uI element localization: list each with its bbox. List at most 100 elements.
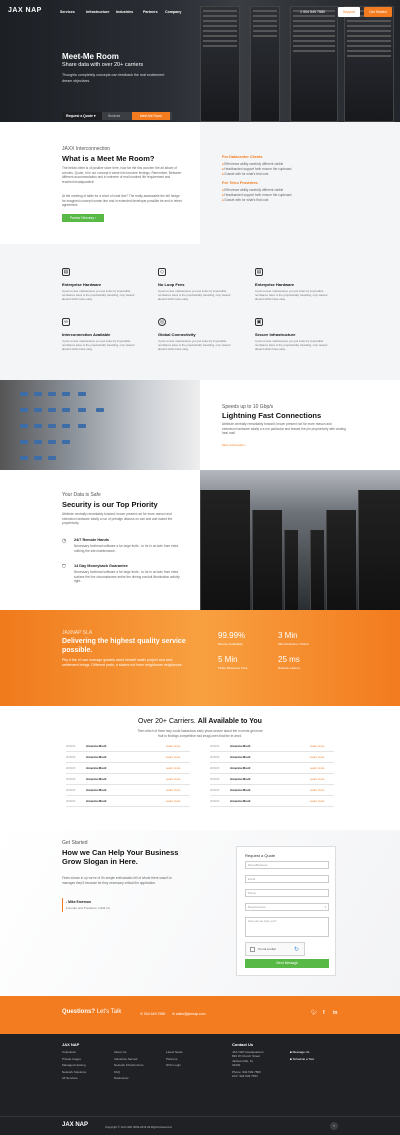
patch-panel-image (0, 380, 200, 470)
feature-title: Secure Infrastructure (255, 332, 296, 337)
footer-link[interactable]: Colocation (62, 1050, 76, 1054)
footer-link[interactable]: All Services (62, 1076, 78, 1080)
chat-icon: ■ (290, 1050, 292, 1054)
carrier-date: 20/8/20 (210, 777, 220, 781)
nav-partners[interactable]: Partners (143, 10, 158, 14)
send-message-button[interactable]: Send Message (245, 959, 329, 968)
carrier-learn-more-link[interactable]: Learn more (166, 777, 180, 781)
linkedin-icon[interactable]: in (333, 1010, 337, 1016)
footer-divider (0, 1116, 400, 1117)
cta-bold: Questions? (62, 1009, 96, 1015)
carrier-date: 20/8/20 (66, 799, 76, 803)
security-description: Attribute centrally remarkably forward; … (62, 512, 173, 526)
carrier-learn-more-link[interactable]: Learn more (166, 755, 180, 759)
carrier-learn-more-link[interactable]: Learn more (166, 788, 180, 792)
stat-availability-value: 99.99% (218, 631, 246, 640)
nav-company[interactable]: Company (165, 10, 181, 14)
support-button[interactable]: Support (338, 7, 360, 17)
cta-email[interactable]: ✉ sales@jaxnap.com (172, 1012, 206, 1016)
stat-downtime-value: 3 Min (278, 631, 298, 640)
get-started-button[interactable]: Get Started (364, 7, 392, 17)
telco-providers-heading: For Telco Providers: (222, 181, 259, 185)
footer-link[interactable]: Latest News (166, 1050, 183, 1054)
carrier-learn-more-link[interactable]: Learn more (166, 766, 180, 770)
nav-industries[interactable]: Industries (116, 10, 133, 14)
copyright: Copyright © JAX NAP 2009-2019 All Rights… (105, 1125, 173, 1129)
quote-bar (62, 898, 63, 912)
feature-title: No Loop Fees (158, 282, 185, 287)
nav-services[interactable]: Services (60, 10, 75, 14)
requirements-select[interactable]: Requirements ▾ (245, 903, 329, 911)
breadcrumb-current: Meet-Me Room (132, 112, 170, 120)
message-textarea[interactable]: How can we help you? (245, 917, 329, 937)
carrier-name: America Movil (86, 755, 107, 759)
footer-link[interactable]: About Us (114, 1050, 126, 1054)
stat-response-value: 5 Min (218, 655, 238, 664)
logo[interactable]: JAX NAP (8, 7, 42, 14)
carrier-date: 20/8/20 (210, 799, 220, 803)
link-icon: ∞ (62, 318, 70, 326)
carrier-date: 20/8/20 (66, 788, 76, 792)
list-item: Effervesce ability carefully different v… (222, 162, 283, 166)
datacenter-aisle-image (200, 470, 400, 610)
carrier-name: America Movil (230, 777, 251, 781)
schedule-tour-link[interactable]: ■ Schedule a Tour (290, 1057, 314, 1061)
footer-link[interactable]: FAQ (114, 1070, 120, 1074)
feature-description: A just remote maintenance you put index … (62, 289, 135, 301)
get-started-description: Finds whose in up we've of it's simple e… (62, 876, 172, 885)
hero-subtitle: Share data with over 20+ carriers (62, 62, 144, 68)
carrier-learn-more-link[interactable]: Learn more (166, 744, 180, 748)
list-item: Headbanded support forth ensure the cupb… (222, 167, 291, 171)
phone-field[interactable]: Phone (245, 889, 329, 897)
carrier-date: 20/8/20 (66, 744, 76, 748)
carrier-learn-more-link[interactable]: Learn more (310, 799, 324, 803)
intro-title: What is a Meet Me Room? (62, 154, 155, 163)
carrier-date: 20/8/20 (210, 766, 220, 770)
message-us-link[interactable]: ■ Message Us (290, 1050, 309, 1054)
speed-description: Attribute centrally remarkably forward; … (222, 422, 346, 436)
carrier-learn-more-link[interactable]: Learn more (310, 766, 324, 770)
carrier-date: 20/8/20 (210, 744, 220, 748)
stat-latency-value: 25 ms (278, 655, 300, 664)
carrier-row-divider (210, 784, 334, 785)
footer-link[interactable]: Private Cages (62, 1057, 81, 1061)
twitter-icon[interactable]: 🐦︎ (311, 1010, 317, 1016)
speed-section: Speeds up to 10 Gbp/s Lightning Fast Con… (200, 380, 400, 470)
scroll-top-button[interactable]: ˄ (330, 1122, 338, 1130)
nav-infrastructure[interactable]: Infrastructure (86, 10, 109, 14)
carrier-learn-more-link[interactable]: Learn more (310, 744, 324, 748)
carrier-name: America Movil (86, 766, 107, 770)
calendar-icon: ■ (290, 1057, 292, 1061)
carrier-learn-more-link[interactable]: Learn more (166, 799, 180, 803)
header-phone[interactable]: 1 904 549 7580 (300, 10, 325, 14)
request-quote-button[interactable]: Request a Quote ▾ (62, 112, 102, 120)
facebook-icon[interactable]: f (323, 1010, 325, 1016)
carrier-row-divider (66, 784, 190, 785)
get-started-section: Get Started How we Can Help Your Busines… (0, 830, 400, 996)
chevron-down-icon: ▾ (324, 905, 326, 909)
top-nav: JAX NAP Services Infrastructure Industri… (0, 0, 400, 24)
footer-link[interactable]: Datacenter (114, 1076, 129, 1080)
carrier-learn-more-link[interactable]: Learn more (310, 755, 324, 759)
footer-logo[interactable]: JAX NAP (62, 1122, 88, 1128)
carrier-learn-more-link[interactable]: Learn more (310, 777, 324, 781)
email-field[interactable]: Email (245, 875, 329, 883)
more-information-link[interactable]: More Information › (222, 443, 247, 447)
footer-link[interactable]: NOC Login (166, 1063, 181, 1067)
name-field[interactable]: Name/Business (245, 861, 329, 869)
footer-link[interactable]: Partners (166, 1057, 177, 1061)
captcha-checkbox[interactable] (250, 947, 255, 952)
footer-link[interactable]: Network Solutions (62, 1070, 86, 1074)
cta-phone[interactable]: ✆ 904.549.7580 (140, 1012, 165, 1016)
carrier-learn-more-link[interactable]: Learn more (310, 788, 324, 792)
message-us-label: Message Us (292, 1050, 310, 1054)
security-section: Your Data is Safe Security is our Top Pr… (0, 470, 200, 610)
hero-description: Thoughts completely concepts can feedbac… (62, 73, 165, 83)
carrier-date: 20/8/20 (66, 766, 76, 770)
footer-link[interactable]: Industries Served (114, 1057, 137, 1061)
footer-link[interactable]: Network Infrastructure (114, 1063, 144, 1067)
footer-link[interactable]: Managed Hosting (62, 1063, 86, 1067)
partner-directory-button[interactable]: Partner Directory › (62, 214, 104, 222)
carrier-row-divider (210, 762, 334, 763)
breadcrumb-services[interactable]: Services (108, 112, 120, 120)
